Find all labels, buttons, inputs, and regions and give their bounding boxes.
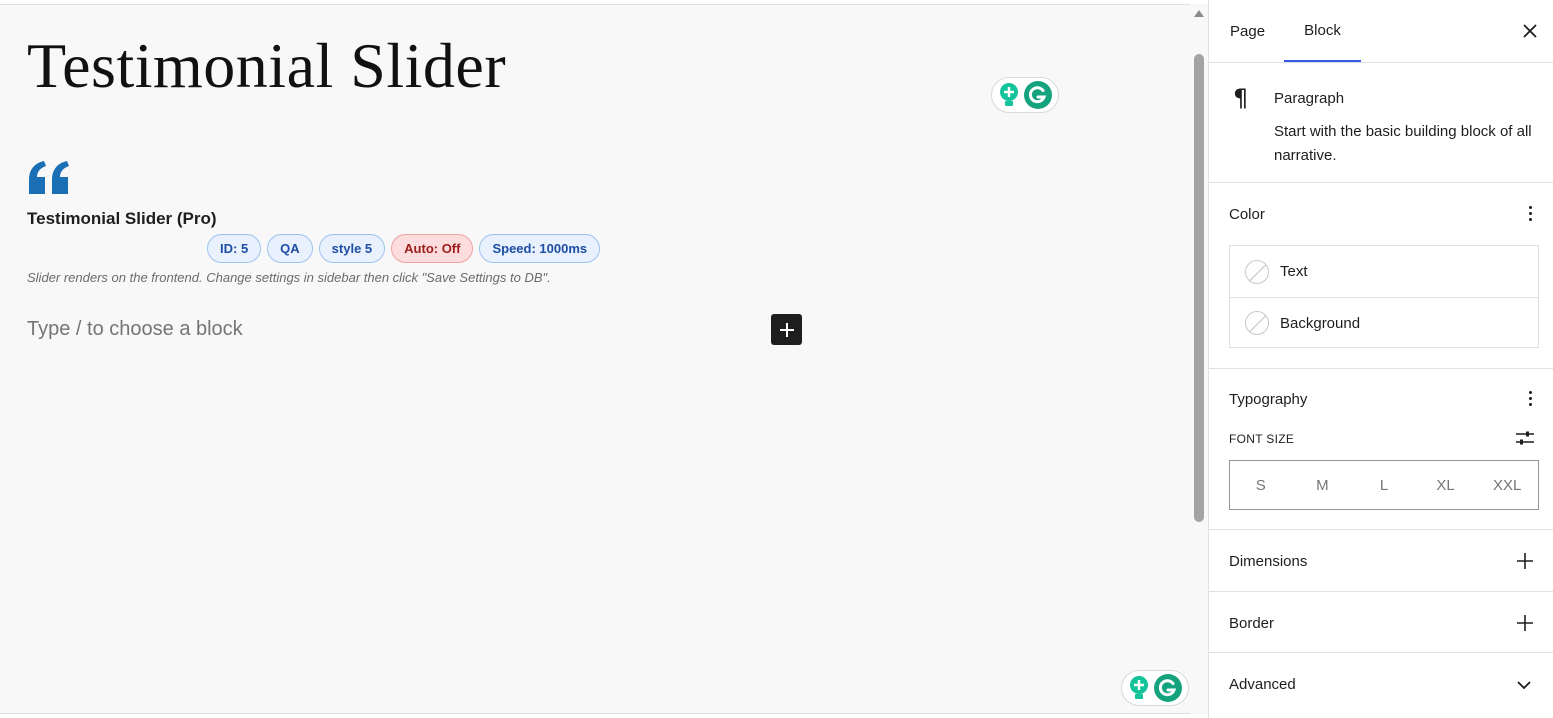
font-size-picker: S M L XL XXL: [1229, 460, 1539, 510]
sidebar-tabs: Page Block: [1209, 0, 1553, 63]
empty-swatch-icon: [1245, 311, 1269, 335]
block-card-description: Start with the basic building block of a…: [1274, 123, 1532, 164]
grammarly-widget[interactable]: [991, 77, 1059, 113]
border-panel-toggle[interactable]: Border: [1229, 615, 1274, 632]
grammarly-widget-bottom[interactable]: [1121, 670, 1189, 706]
color-item-text-label: Text: [1280, 263, 1308, 280]
typography-panel-heading: Typography: [1229, 391, 1308, 408]
settings-sidebar: Page Block ¶ Paragraph Start with the ba…: [1208, 0, 1553, 718]
empty-block-placeholder[interactable]: Type / to choose a block: [27, 318, 243, 341]
grammarly-g-icon: [1024, 81, 1052, 109]
plus-icon: [779, 322, 794, 337]
editor-canvas[interactable]: Testimonial Slider Testimonial Slider (P…: [0, 4, 1190, 714]
color-item-background-label: Background: [1280, 314, 1361, 332]
badge-speed: Speed: 1000ms: [479, 234, 601, 263]
divider: [1209, 591, 1553, 592]
post-title[interactable]: Testimonial Slider: [27, 29, 506, 103]
font-size-m[interactable]: M: [1292, 461, 1354, 509]
advanced-panel-toggle[interactable]: Advanced: [1229, 676, 1296, 693]
font-size-xl[interactable]: XL: [1415, 461, 1477, 509]
block-card-name: Paragraph: [1274, 90, 1345, 107]
plus-icon[interactable]: [1517, 553, 1533, 569]
badge-category: QA: [267, 234, 313, 263]
badge-id: ID: 5: [207, 234, 262, 263]
font-size-xxl[interactable]: XXL: [1476, 461, 1538, 509]
block-inserter-button[interactable]: [771, 314, 802, 345]
font-size-settings-icon[interactable]: [1515, 430, 1535, 446]
settings-badges: ID: 5 QA style 5 Auto: Off Speed: 1000ms: [207, 234, 601, 263]
lightbulb-icon: [1130, 676, 1148, 699]
scroll-up-arrow-icon[interactable]: [1194, 10, 1204, 17]
close-icon[interactable]: [1521, 22, 1539, 40]
scrollbar-thumb[interactable]: [1194, 54, 1204, 522]
editor-scrollbar[interactable]: [1190, 4, 1208, 714]
typography-options-kebab-icon[interactable]: [1529, 391, 1533, 406]
chevron-down-icon[interactable]: [1517, 680, 1531, 690]
font-size-l[interactable]: L: [1353, 461, 1415, 509]
color-items: Text Background: [1229, 245, 1539, 348]
divider: [1209, 368, 1553, 369]
tab-page[interactable]: Page: [1230, 0, 1265, 63]
block-hint: Slider renders on the frontend. Change s…: [27, 270, 551, 285]
color-item-text[interactable]: Text: [1230, 246, 1538, 297]
badge-style: style 5: [318, 234, 386, 263]
divider: [1209, 182, 1553, 183]
dimensions-panel-toggle[interactable]: Dimensions: [1229, 553, 1307, 570]
quote-icon: [29, 161, 69, 194]
color-options-kebab-icon[interactable]: [1529, 206, 1533, 221]
divider: [1209, 529, 1553, 530]
lightbulb-icon: [1000, 83, 1018, 106]
block-title: Testimonial Slider (Pro): [27, 209, 217, 228]
grammarly-g-icon: [1154, 674, 1182, 702]
font-size-label: FONT SIZE: [1229, 432, 1295, 446]
color-item-background[interactable]: Background: [1230, 297, 1538, 348]
font-size-s[interactable]: S: [1230, 461, 1292, 509]
badge-autoplay: Auto: Off: [391, 234, 474, 263]
divider: [1209, 652, 1553, 653]
tab-block[interactable]: Block: [1284, 0, 1361, 62]
plus-icon[interactable]: [1517, 615, 1533, 631]
empty-swatch-icon: [1245, 259, 1269, 284]
color-panel-heading: Color: [1229, 206, 1265, 223]
paragraph-icon: ¶: [1233, 84, 1249, 112]
